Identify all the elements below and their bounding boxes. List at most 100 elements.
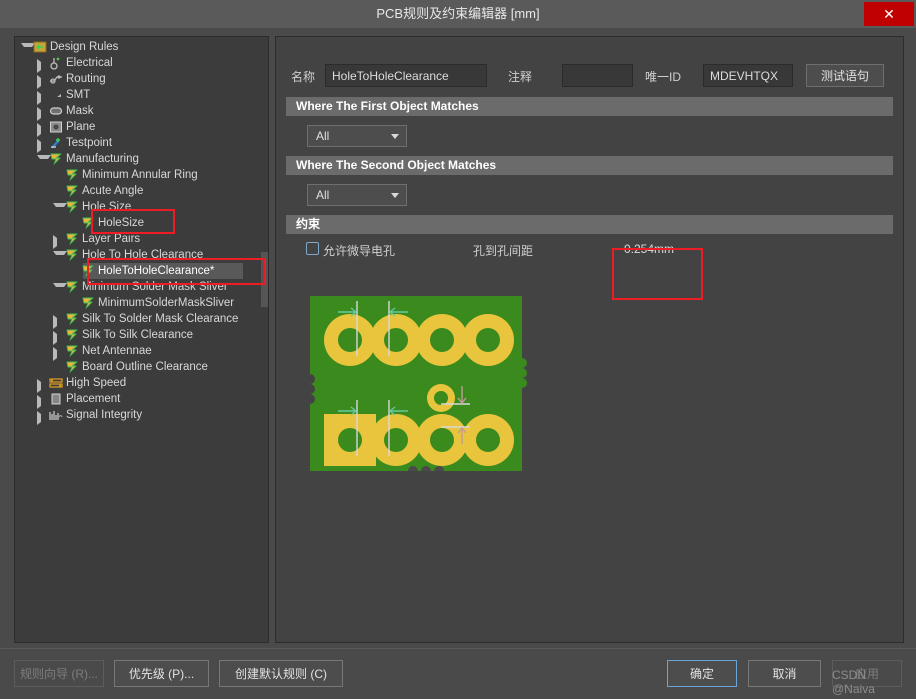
unique-id-label: 唯一ID [645,70,682,84]
tree-item-silk-to-solder-mask-clearance[interactable]: Silk To Solder Mask Clearance [15,311,268,329]
chevron-down-icon [391,193,399,198]
tree-item-design-rules[interactable]: Design Rules [15,39,268,55]
second-object-select-value: All [316,188,330,202]
tree-item-smt[interactable]: SMT [15,87,268,105]
tree-item-label: Net Antennae [82,345,152,357]
tree-item-label: Plane [66,121,96,133]
rule-icon [81,264,95,278]
name-label: 名称 [291,70,316,84]
tree-item-label: Acute Angle [82,185,144,197]
rule-icon [65,312,79,326]
tree-item-layer-pairs[interactable]: Layer Pairs [15,231,268,249]
tree-item-minimum-solder-mask-sliver[interactable]: Minimum Solder Mask Sliver [15,279,268,295]
comment-label: 注释 [508,70,533,84]
tree-item-minimumsoldermasksliver[interactable]: MinimumSolderMaskSliver [15,295,268,311]
tree-item-label: Testpoint [66,137,113,149]
tree-scrollbar-thumb[interactable] [261,252,268,307]
placement-icon [49,392,63,406]
plane-icon [49,120,63,134]
ok-button[interactable]: 确定 [667,660,737,687]
rule-icon [65,328,79,342]
smt-icon [49,88,63,102]
tree-item-label: Minimum Annular Ring [82,169,198,181]
tree-item-silk-to-silk-clearance[interactable]: Silk To Silk Clearance [15,327,268,345]
electrical-icon [49,56,63,70]
window-title: PCB规则及约束编辑器 [mm] [376,6,540,21]
constraints-header: 约束 [286,215,893,234]
tree-item-high-speed[interactable]: High Speed [15,375,268,393]
rules-tree-panel[interactable]: Design Rules Electrical Routing SMT Mask Plan… [14,36,269,643]
chevron-right-icon[interactable] [37,411,49,425]
tree-item-hole-to-hole-clearance[interactable]: Hole To Hole Clearance [15,247,268,263]
tree-item-holesize[interactable]: HoleSize [15,215,268,231]
first-object-select-value: All [316,129,330,143]
tree-scrollbar[interactable] [261,37,268,642]
close-icon[interactable]: ✕ [864,2,914,26]
rule-wizard-button[interactable]: 规则向导 (R)... [14,660,104,687]
first-object-select[interactable]: All [307,125,407,147]
hole-to-hole-value-input[interactable]: 0.254mm [618,237,694,261]
tree-item-label: Silk To Solder Mask Clearance [82,313,239,325]
tree-item-label: Electrical [66,57,113,69]
tree-item-minimum-annular-ring[interactable]: Minimum Annular Ring [15,167,268,183]
tree-item-hole-size[interactable]: Hole Size [15,199,268,215]
rule-icon [65,184,79,198]
tree-item-label: Mask [66,105,94,117]
tree-item-plane[interactable]: Plane [15,119,268,137]
rule-icon [65,168,79,182]
rule-icon [49,152,63,166]
routing-icon [49,72,63,86]
tree-item-placement[interactable]: Placement [15,391,268,409]
comment-input[interactable] [562,64,633,87]
window-body: Design Rules Electrical Routing SMT Mask Plan… [0,28,916,648]
title-bar: PCB规则及约束编辑器 [mm] ✕ [0,0,916,28]
pcb-rules-editor-window: PCB规则及约束编辑器 [mm] ✕ Design Rules Electrica… [0,0,916,699]
rule-icon [65,280,79,294]
tree-item-label: MinimumSolderMaskSliver [98,297,235,309]
rule-icon [81,296,95,310]
rule-icon [65,232,79,246]
tree-item-label: Board Outline Clearance [82,361,208,373]
tree-item-label: Manufacturing [66,153,139,165]
rules-tree[interactable]: Design Rules Electrical Routing SMT Mask Plan… [15,37,268,642]
tree-item-routing[interactable]: Routing [15,71,268,89]
tree-item-label: SMT [66,89,91,101]
hole-to-hole-label: 孔到孔间距 [473,244,534,258]
rule-icon [65,344,79,358]
testpoint-icon [49,136,63,150]
tree-item-label: Signal Integrity [66,409,143,421]
tree-item-manufacturing[interactable]: Manufacturing [15,151,268,167]
apply-button[interactable]: 应用 [832,660,902,687]
high-speed-icon [49,376,63,390]
tree-item-label: Minimum Solder Mask Sliver [82,281,228,293]
rule-icon [65,200,79,214]
tree-item-label: Routing [66,73,106,85]
tree-item-mask[interactable]: Mask [15,103,268,121]
tree-item-holetoholeclearance[interactable]: HoleToHoleClearance* [15,263,268,279]
rule-icon [81,216,95,230]
rule-icon [65,248,79,262]
tree-item-testpoint[interactable]: Testpoint [15,135,268,153]
test-query-button[interactable]: 测试语句 [806,64,884,87]
cancel-button[interactable]: 取消 [748,660,821,687]
tree-item-label: Layer Pairs [82,233,141,245]
unique-id-input[interactable]: MDEVHTQX [703,64,793,87]
tree-item-net-antennae[interactable]: Net Antennae [15,343,268,361]
allow-microvia-checkbox[interactable] [306,242,319,255]
signal-integrity-icon [49,408,63,422]
tree-item-acute-angle[interactable]: Acute Angle [15,183,268,199]
create-default-rules-button[interactable]: 创建默认规则 (C) [219,660,343,687]
tree-item-electrical[interactable]: Electrical [15,55,268,73]
tree-item-label: Design Rules [50,41,119,53]
rule-name-input[interactable]: HoleToHoleClearance [325,64,487,87]
tree-item-signal-integrity[interactable]: Signal Integrity [15,407,268,425]
footer-bar: 规则向导 (R)... 优先级 (P)... 创建默认规则 (C) 确定 取消 … [0,648,916,699]
second-object-select[interactable]: All [307,184,407,206]
tree-item-label: Hole Size [82,201,132,213]
second-object-header: Where The Second Object Matches [286,156,893,175]
tree-item-label: HoleToHoleClearance* [98,265,215,277]
priority-button[interactable]: 优先级 (P)... [114,660,209,687]
pcb-preview-svg [310,296,527,476]
tree-item-board-outline-clearance[interactable]: Board Outline Clearance [15,359,268,375]
first-object-header: Where The First Object Matches [286,97,893,116]
